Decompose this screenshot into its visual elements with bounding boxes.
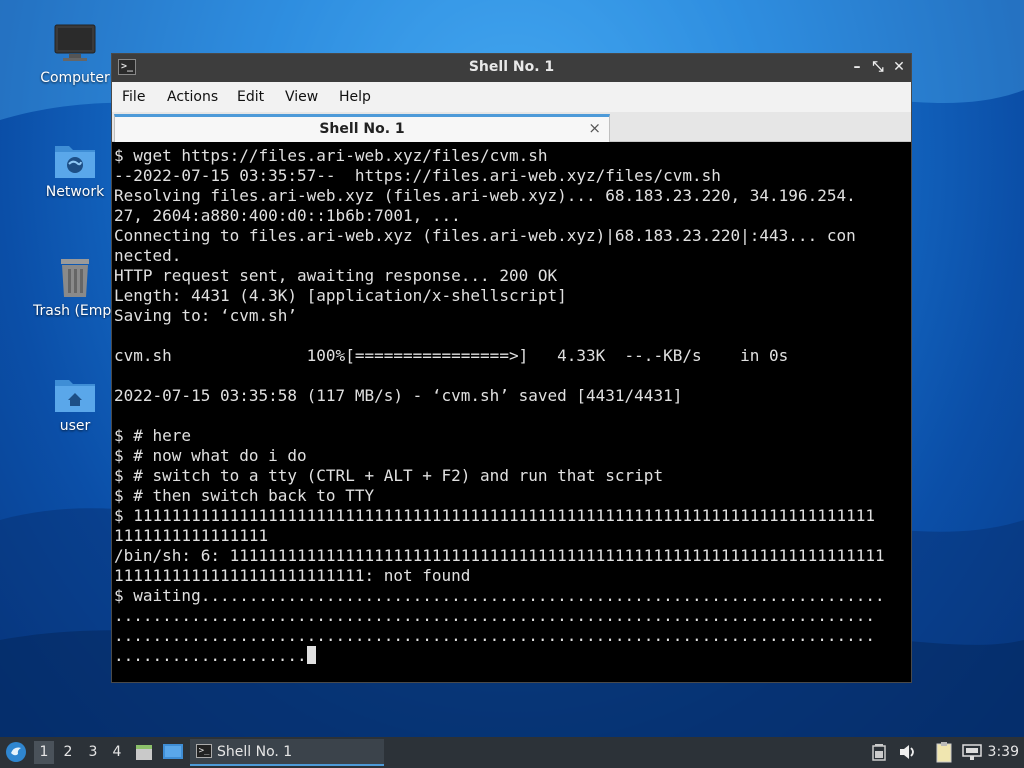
terminal-line: 11111111111111111111111111: not found bbox=[114, 566, 471, 585]
terminal-line: $ 11111111111111111111111111111111111111… bbox=[114, 506, 875, 525]
menu-help[interactable]: Help bbox=[339, 89, 371, 105]
terminal-line: $ # here bbox=[114, 426, 192, 445]
terminal-line: .................... bbox=[114, 646, 911, 666]
menu-view[interactable]: View bbox=[285, 89, 318, 105]
desktop-icon-label: Trash (Empty) bbox=[33, 303, 117, 319]
workspace-3[interactable]: 3 bbox=[83, 744, 103, 760]
terminal-line: $ wget https://files.ari-web.xyz/files/c… bbox=[114, 146, 548, 165]
desktop-icon-label: user bbox=[59, 418, 91, 434]
terminal-line: Connecting to files.ari-web.xyz (files.a… bbox=[114, 226, 856, 245]
terminal-output[interactable]: $ wget https://files.ari-web.xyz/files/c… bbox=[112, 144, 911, 682]
terminal-line: $ waiting...............................… bbox=[114, 586, 885, 605]
minimize-button[interactable]: – bbox=[848, 58, 866, 76]
terminal-line: $ # now what do i do bbox=[114, 446, 307, 465]
terminal-line: /bin/sh: 6: 1111111111111111111111111111… bbox=[114, 546, 885, 565]
terminal-line: 1111111111111111 bbox=[114, 526, 269, 545]
terminal-line: HTTP request sent, awaiting response... … bbox=[114, 266, 558, 285]
taskbar-item-label: Shell No. 1 bbox=[217, 744, 293, 760]
tab-shell-1[interactable]: Shell No. 1 × bbox=[114, 114, 610, 142]
desktop-icon-user[interactable]: user bbox=[27, 374, 123, 434]
desktop-icon-label: Computer bbox=[40, 70, 110, 86]
desktop-icon-computer[interactable]: Computer bbox=[27, 22, 123, 86]
terminal-line: ........................................… bbox=[114, 626, 875, 645]
desktop-icon-label: Network bbox=[45, 184, 105, 200]
clock[interactable]: 3:39 bbox=[988, 744, 1019, 760]
workspace-1[interactable]: 1 bbox=[34, 741, 54, 764]
terminal-line: nected. bbox=[114, 246, 182, 265]
window-titlebar[interactable]: >_ Shell No. 1 – ⤡ ✕ bbox=[112, 54, 911, 82]
desktop-icon-trash[interactable]: Trash (Empty) bbox=[27, 255, 123, 323]
clipboard-icon[interactable] bbox=[934, 741, 954, 763]
maximize-button[interactable]: ⤡ bbox=[869, 58, 887, 76]
terminal-line: cvm.sh 100%[================>] 4.33K --.… bbox=[114, 346, 789, 365]
trash-icon bbox=[61, 259, 89, 297]
menu-file[interactable]: File bbox=[122, 89, 145, 105]
terminal-task-icon: >_ bbox=[196, 744, 212, 758]
terminal-line: Length: 4431 (4.3K) [application/x-shell… bbox=[114, 286, 567, 305]
menubar: File Actions Edit View Help bbox=[112, 82, 911, 112]
battery-icon[interactable] bbox=[872, 743, 886, 761]
home-folder-icon bbox=[55, 380, 95, 412]
terminal-line: --2022-07-15 03:35:57-- https://files.ar… bbox=[114, 166, 721, 185]
terminal-line: 27, 2604:a880:400:d0::1b6b:7001, ... bbox=[114, 206, 461, 225]
terminal-line: $ # then switch back to TTY bbox=[114, 486, 375, 505]
desktop-icon-network[interactable]: Network bbox=[27, 140, 123, 200]
terminal-line: $ # switch to a tty (CTRL + ALT + F2) an… bbox=[114, 466, 664, 485]
terminal-line: Resolving files.ari-web.xyz (files.ari-w… bbox=[114, 186, 856, 205]
tab-close-button[interactable]: × bbox=[588, 119, 601, 137]
volume-icon[interactable] bbox=[898, 742, 918, 762]
terminal-window: >_ Shell No. 1 – ⤡ ✕ File Actions Edit V… bbox=[111, 53, 912, 683]
tab-bar: Shell No. 1 × bbox=[112, 112, 911, 142]
workspace-2[interactable]: 2 bbox=[58, 744, 78, 760]
network-status-icon[interactable] bbox=[961, 742, 983, 762]
close-window-button[interactable]: ✕ bbox=[890, 58, 908, 76]
terminal-line: ........................................… bbox=[114, 606, 875, 625]
taskbar-item-shell[interactable]: >_ Shell No. 1 bbox=[190, 739, 384, 766]
file-manager-icon[interactable] bbox=[134, 742, 154, 762]
taskbar: 1 2 3 4 >_ Shell No. 1 3:39 bbox=[0, 737, 1024, 768]
menu-edit[interactable]: Edit bbox=[237, 89, 264, 105]
workspace-4[interactable]: 4 bbox=[107, 744, 127, 760]
terminal-line: Saving to: ‘cvm.sh’ bbox=[114, 306, 298, 325]
monitor-icon bbox=[54, 24, 96, 61]
tab-label: Shell No. 1 bbox=[319, 121, 405, 137]
menu-actions[interactable]: Actions bbox=[167, 89, 218, 105]
start-menu-icon[interactable] bbox=[5, 741, 27, 763]
network-folder-icon bbox=[55, 146, 95, 178]
window-title: Shell No. 1 bbox=[468, 59, 555, 75]
terminal-line: 2022-07-15 03:35:58 (117 MB/s) - ‘cvm.sh… bbox=[114, 386, 683, 405]
text-cursor bbox=[306, 646, 316, 664]
show-desktop-icon[interactable] bbox=[162, 742, 184, 762]
